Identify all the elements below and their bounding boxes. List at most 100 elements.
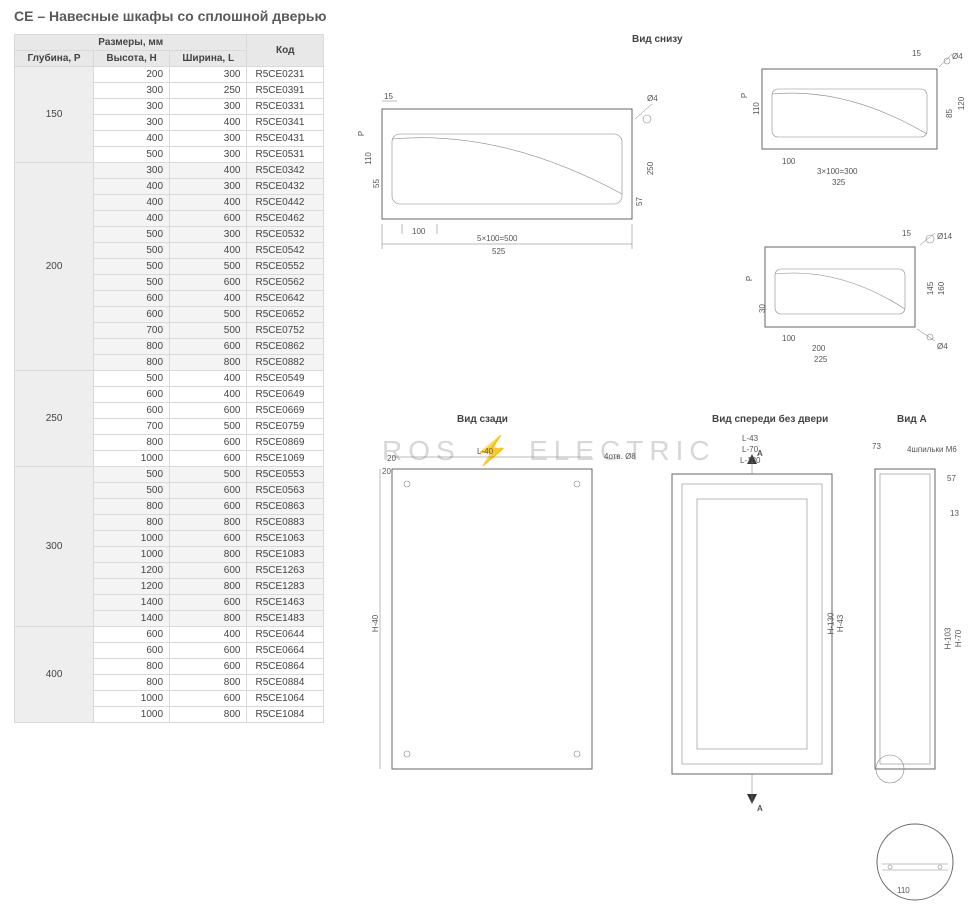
dim: 525 <box>492 247 505 256</box>
dim: 100 <box>782 334 795 343</box>
cell-code: R5CE0869 <box>247 435 324 451</box>
dim: 120 <box>957 97 966 110</box>
cell-height: 1200 <box>94 579 170 595</box>
depth-cell: 150 <box>15 67 94 163</box>
cell-width: 400 <box>170 371 247 387</box>
dim: 73 <box>872 442 881 451</box>
cell-height: 500 <box>94 467 170 483</box>
cell-code: R5CE0883 <box>247 515 324 531</box>
dim: 13 <box>950 509 959 518</box>
cell-width: 600 <box>170 339 247 355</box>
dim: 57 <box>635 197 644 206</box>
cell-width: 600 <box>170 483 247 499</box>
cell-code: R5CE1063 <box>247 531 324 547</box>
depth-cell: 300 <box>15 467 94 627</box>
cell-code: R5CE0231 <box>247 67 324 83</box>
cell-height: 500 <box>94 227 170 243</box>
cell-width: 300 <box>170 179 247 195</box>
cell-height: 200 <box>94 67 170 83</box>
cell-width: 800 <box>170 707 247 723</box>
dim: H-70 <box>954 630 963 647</box>
cell-width: 250 <box>170 83 247 99</box>
drawing-detail <box>870 822 965 907</box>
cell-width: 800 <box>170 579 247 595</box>
dim: 325 <box>832 178 845 187</box>
cell-code: R5CE1283 <box>247 579 324 595</box>
cell-width: 300 <box>170 131 247 147</box>
cell-height: 1000 <box>94 691 170 707</box>
dim: 200 <box>812 344 825 353</box>
dim: H-103 <box>943 628 952 650</box>
cell-code: R5CE0432 <box>247 179 324 195</box>
cell-width: 600 <box>170 403 247 419</box>
dim: Ø4 <box>952 52 963 61</box>
cell-code: R5CE0549 <box>247 371 324 387</box>
cell-height: 1400 <box>94 595 170 611</box>
dim: 110 <box>364 152 373 165</box>
dim: H-40 <box>371 615 380 632</box>
table-row: 150200300R5CE0231 <box>15 67 324 83</box>
dim: 4отв. Ø8 <box>604 452 636 461</box>
col-width: Ширина, L <box>170 51 247 67</box>
cell-width: 400 <box>170 163 247 179</box>
cell-width: 500 <box>170 259 247 275</box>
cell-height: 600 <box>94 307 170 323</box>
cell-height: 800 <box>94 515 170 531</box>
label-bottom-view: Вид снизу <box>632 34 683 45</box>
cell-code: R5CE0532 <box>247 227 324 243</box>
dim: 110 <box>752 102 761 115</box>
dim: 100 <box>412 227 425 236</box>
cell-height: 500 <box>94 243 170 259</box>
dim: 55 <box>372 179 381 188</box>
dim: 145 <box>926 282 935 295</box>
cell-code: R5CE0649 <box>247 387 324 403</box>
cell-width: 400 <box>170 387 247 403</box>
cell-width: 400 <box>170 627 247 643</box>
cell-height: 500 <box>94 371 170 387</box>
cell-width: 400 <box>170 243 247 259</box>
cell-width: 300 <box>170 147 247 163</box>
cell-height: 400 <box>94 195 170 211</box>
cell-height: 700 <box>94 419 170 435</box>
cell-code: R5CE0759 <box>247 419 324 435</box>
cell-height: 1200 <box>94 563 170 579</box>
page-title: CE – Навесные шкафы со сплошной дверью <box>14 8 957 24</box>
dim: L-43 <box>742 434 758 443</box>
drawing-front <box>652 434 852 814</box>
cell-width: 600 <box>170 659 247 675</box>
table-row: 300500500R5CE0553 <box>15 467 324 483</box>
cell-code: R5CE0552 <box>247 259 324 275</box>
cell-height: 800 <box>94 659 170 675</box>
cell-code: R5CE0863 <box>247 499 324 515</box>
label-front-view: Вид спереди без двери <box>712 414 828 425</box>
dim: 4шпильки M6 <box>907 445 957 454</box>
drawing-bottom-mid <box>747 49 962 184</box>
cell-width: 600 <box>170 435 247 451</box>
spec-table: Размеры, мм Код Глубина, P Высота, H Шир… <box>14 34 324 723</box>
drawing-side <box>860 439 970 799</box>
dim: P <box>740 93 749 98</box>
cell-width: 600 <box>170 275 247 291</box>
dim: 57 <box>947 474 956 483</box>
col-height: Высота, H <box>94 51 170 67</box>
cell-code: R5CE0462 <box>247 211 324 227</box>
table-row: 400600400R5CE0644 <box>15 627 324 643</box>
cell-code: R5CE0664 <box>247 643 324 659</box>
cell-width: 300 <box>170 99 247 115</box>
cell-width: 400 <box>170 195 247 211</box>
cell-code: R5CE1263 <box>247 563 324 579</box>
col-depth: Глубина, P <box>15 51 94 67</box>
cell-height: 600 <box>94 627 170 643</box>
label-rear-view: Вид сзади <box>457 414 508 425</box>
cell-height: 500 <box>94 259 170 275</box>
cell-height: 400 <box>94 179 170 195</box>
dim: 15 <box>912 49 921 58</box>
label-view-a: Вид А <box>897 414 927 425</box>
drawing-bottom-small <box>750 229 950 359</box>
dim: Ø4 <box>937 342 948 351</box>
col-code: Код <box>247 35 324 67</box>
cell-code: R5CE0652 <box>247 307 324 323</box>
dim: 20 <box>387 454 396 463</box>
depth-cell: 400 <box>15 627 94 723</box>
cell-code: R5CE0342 <box>247 163 324 179</box>
